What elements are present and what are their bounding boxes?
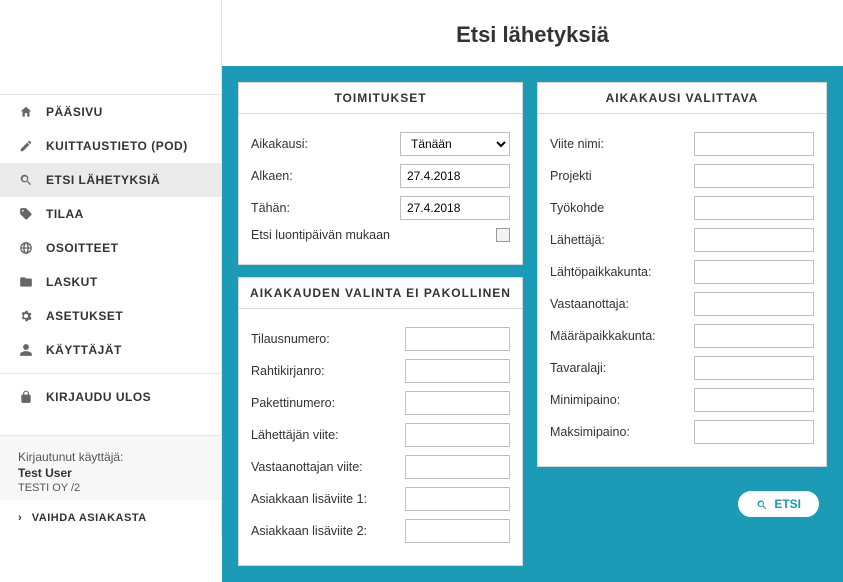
search-icon — [756, 498, 768, 510]
lahettaja-label: Lähettäjä: — [550, 233, 694, 247]
pakettinumero-input[interactable] — [405, 391, 510, 415]
vastaanottajan-viite-label: Vastaanottajan viite: — [251, 460, 405, 474]
viitenimi-label: Viite nimi: — [550, 137, 694, 151]
main: Etsi lähetyksiä TOIMITUKSET Aikakausi: T… — [222, 0, 843, 536]
maarapaikka-input[interactable] — [694, 324, 814, 348]
alkaen-input[interactable] — [400, 164, 510, 188]
maksimipaino-label: Maksimipaino: — [550, 425, 694, 439]
tilausnumero-label: Tilausnumero: — [251, 332, 405, 346]
nav-item-tilaa[interactable]: TILAA — [0, 197, 221, 231]
nav: PÄÄSIVU KUITTAUSTIETO (POD) ETSI LÄHETYK… — [0, 95, 221, 414]
vastaanottajan-viite-input[interactable] — [405, 455, 510, 479]
user-company: TESTI OY /2 — [18, 482, 203, 494]
tavaralaji-label: Tavaralaji: — [550, 361, 694, 375]
luontipaiva-label: Etsi luontipäivän mukaan — [251, 228, 496, 242]
lock-icon — [18, 390, 34, 404]
user-name: Test User — [18, 466, 203, 480]
change-customer-link[interactable]: VAIHDA ASIAKASTA — [0, 500, 221, 536]
viitenimi-input[interactable] — [694, 132, 814, 156]
card-header: TOIMITUKSET — [239, 83, 522, 114]
nav-item-etsi-lahetyksia[interactable]: ETSI LÄHETYKSIÄ — [0, 163, 221, 197]
projekti-label: Projekti — [550, 169, 694, 183]
globe-icon — [18, 241, 34, 255]
logged-in-label: Kirjautunut käyttäjä: — [18, 450, 203, 464]
projekti-input[interactable] — [694, 164, 814, 188]
pakettinumero-label: Pakettinumero: — [251, 396, 405, 410]
tyokohde-label: Työkohde — [550, 201, 694, 215]
card-aikakausi-valittava: AIKAKAUSI VALITTAVA Viite nimi: Projekti… — [537, 82, 827, 467]
lisaviite2-input[interactable] — [405, 519, 510, 543]
search-button[interactable]: ETSI — [736, 489, 821, 519]
tilausnumero-input[interactable] — [405, 327, 510, 351]
nav-item-logout[interactable]: KIRJAUDU ULOS — [0, 380, 221, 414]
luontipaiva-checkbox[interactable] — [496, 228, 510, 242]
home-icon — [18, 105, 34, 119]
nav-label: LASKUT — [46, 275, 98, 289]
nav-item-osoitteet[interactable]: OSOITTEET — [0, 231, 221, 265]
nav-label: TILAA — [46, 207, 84, 221]
nav-label: PÄÄSIVU — [46, 105, 103, 119]
nav-label: ETSI LÄHETYKSIÄ — [46, 173, 160, 187]
search-row: ETSI — [537, 479, 827, 519]
lahettajan-viite-input[interactable] — [405, 423, 510, 447]
lahettaja-input[interactable] — [694, 228, 814, 252]
tag-icon — [18, 207, 34, 221]
vastaanottaja-input[interactable] — [694, 292, 814, 316]
minimipaino-label: Minimipaino: — [550, 393, 694, 407]
card-toimitukset: TOIMITUKSET Aikakausi: Tänään Alkaen: Tä… — [238, 82, 523, 265]
aikakausi-select[interactable]: Tänään — [400, 132, 510, 156]
user-icon — [18, 343, 34, 357]
tahan-input[interactable] — [400, 196, 510, 220]
folder-icon — [18, 275, 34, 289]
nav-item-paasivu[interactable]: PÄÄSIVU — [0, 95, 221, 129]
maksimipaino-input[interactable] — [694, 420, 814, 444]
search-button-label: ETSI — [774, 497, 801, 511]
nav-separator — [0, 373, 221, 374]
lisaviite1-label: Asiakkaan lisäviite 1: — [251, 492, 405, 506]
nav-label: ASETUKSET — [46, 309, 123, 323]
aikakausi-label: Aikakausi: — [251, 137, 400, 151]
tyokohde-input[interactable] — [694, 196, 814, 220]
nav-item-asetukset[interactable]: ASETUKSET — [0, 299, 221, 333]
card-header: AIKAKAUDEN VALINTA EI PAKOLLINEN — [239, 278, 522, 309]
nav-item-kayttajat[interactable]: KÄYTTÄJÄT — [0, 333, 221, 367]
alkaen-label: Alkaen: — [251, 169, 400, 183]
nav-item-laskut[interactable]: LASKUT — [0, 265, 221, 299]
card-header: AIKAKAUSI VALITTAVA — [538, 83, 826, 114]
content: TOIMITUKSET Aikakausi: Tänään Alkaen: Tä… — [222, 66, 843, 582]
vastaanottaja-label: Vastaanottaja: — [550, 297, 694, 311]
sidebar: PÄÄSIVU KUITTAUSTIETO (POD) ETSI LÄHETYK… — [0, 0, 222, 536]
maarapaikka-label: Määräpaikkakunta: — [550, 329, 694, 343]
user-info: Kirjautunut käyttäjä: Test User TESTI OY… — [0, 435, 221, 500]
tavaralaji-input[interactable] — [694, 356, 814, 380]
rahtikirjanro-input[interactable] — [405, 359, 510, 383]
gear-icon — [18, 309, 34, 323]
lisaviite1-input[interactable] — [405, 487, 510, 511]
nav-label: KUITTAUSTIETO (POD) — [46, 139, 188, 153]
change-customer-label: VAIHDA ASIAKASTA — [32, 512, 147, 524]
nav-label: KÄYTTÄJÄT — [46, 343, 122, 357]
lahtopaikka-input[interactable] — [694, 260, 814, 284]
sidebar-logo-area — [0, 0, 221, 95]
search-icon — [18, 173, 34, 187]
page-title: Etsi lähetyksiä — [222, 0, 843, 66]
tahan-label: Tähän: — [251, 201, 400, 215]
nav-item-kuittaustieto[interactable]: KUITTAUSTIETO (POD) — [0, 129, 221, 163]
rahtikirjanro-label: Rahtikirjanro: — [251, 364, 405, 378]
pencil-icon — [18, 139, 34, 153]
minimipaino-input[interactable] — [694, 388, 814, 412]
lahettajan-viite-label: Lähettäjän viite: — [251, 428, 405, 442]
nav-label: OSOITTEET — [46, 241, 119, 255]
card-optional: AIKAKAUDEN VALINTA EI PAKOLLINEN Tilausn… — [238, 277, 523, 566]
nav-label: KIRJAUDU ULOS — [46, 390, 151, 404]
lahtopaikka-label: Lähtöpaikkakunta: — [550, 265, 694, 279]
